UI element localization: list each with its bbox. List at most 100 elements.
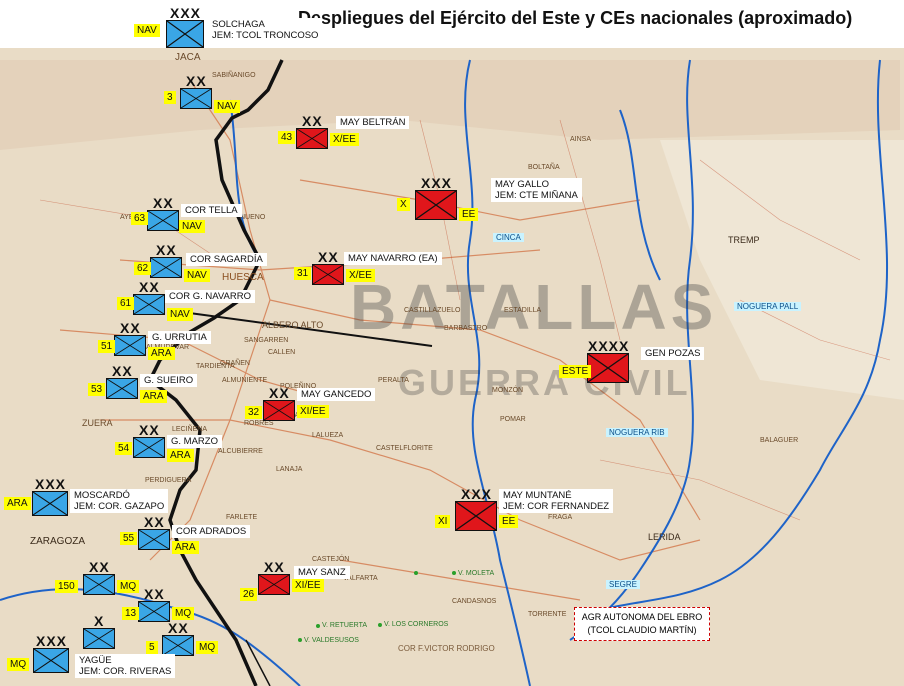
unit-number-tag: 54 — [115, 442, 133, 455]
unit-symbol-icon — [263, 400, 295, 421]
unit-corps-tag: NAV — [214, 100, 240, 113]
unit-commander-label: GEN POZAS — [641, 347, 705, 360]
river-noguera-pall: NOGUERA PALL — [734, 302, 802, 311]
unit-corps-tag: X/EE — [330, 133, 359, 146]
unit-commander-label: MAY SANZ — [294, 566, 350, 579]
place-perdiguera: PERDIGUERA — [145, 477, 192, 484]
unit-symbol-icon — [455, 501, 497, 531]
unit-number-tag: 55 — [120, 532, 138, 545]
place-lecinena: LECIÑENA — [172, 426, 208, 433]
place-tremp: TREMP — [728, 235, 760, 245]
echelon-mark: XX — [153, 195, 174, 211]
place-v-retuerta: V. RETUERTA — [322, 622, 367, 629]
unit-corps-tag: NAV — [179, 220, 205, 233]
commander-name: YAGÜE — [79, 655, 112, 666]
unit-number-tag: 61 — [117, 297, 135, 310]
unit-corps-tag: ARA — [140, 390, 167, 403]
unit-symbol-icon — [133, 437, 165, 458]
commander-name: MAY SANZ — [298, 567, 346, 578]
unit-number-tag: X — [397, 198, 410, 211]
unit-commander-label: MAY GALLO JEM: CTE MIÑANA — [491, 178, 582, 202]
place-tardienta: TARDIENTA — [196, 363, 235, 370]
unit-commander-label: COR SAGARDÍA — [186, 253, 267, 266]
place-zuera: ZUERA — [82, 418, 113, 428]
chief-of-staff: JEM: COR. GAZAPO — [74, 501, 165, 512]
echelon-mark: XX — [302, 113, 323, 129]
unit-symbol-icon — [258, 574, 290, 595]
commander-name: MAY GALLO — [495, 179, 550, 190]
commander-name: G. URRUTIA — [152, 332, 207, 343]
unit-symbol-icon — [32, 491, 68, 516]
watermark-sub: GUERRA CIVIL — [398, 362, 691, 403]
unit-corps-tag: X/EE — [346, 269, 375, 282]
unit-number-tag: 3 — [164, 91, 176, 104]
unit-commander-label: SOLCHAGA JEM: TCOL TRONCOSO — [208, 18, 323, 42]
unit-symbol-icon — [312, 264, 344, 285]
unit-number-tag: 62 — [134, 262, 152, 275]
unit-commander-label: YAGÜE JEM: COR. RIVERAS — [75, 654, 176, 678]
place-alcubierre: ALCUBIERRE — [218, 448, 263, 455]
unit-number-tag: 32 — [245, 406, 263, 419]
commander-name: COR G. NAVARRO — [169, 291, 251, 302]
unit-symbol-icon — [147, 210, 179, 231]
unit-number-tag: NAV — [134, 24, 160, 37]
unit-corps-tag: ARA — [148, 347, 175, 360]
echelon-mark: XXX — [170, 5, 202, 21]
commander-name: MAY NAVARRO (EA) — [348, 253, 438, 264]
unit-number-tag: 5 — [146, 641, 158, 654]
river-cinca: CINCA — [493, 233, 524, 242]
echelon-mark: XXX — [421, 175, 453, 191]
echelon-mark: XX — [89, 559, 110, 575]
unit-corps-tag: ARA — [167, 449, 194, 462]
echelon-mark: XX — [269, 385, 290, 401]
unit-corps-tag: EE — [499, 515, 519, 528]
unit-number-tag: 43 — [278, 131, 296, 144]
place-barbastro: BARBASTRO — [444, 325, 488, 332]
chief-of-staff: JEM: COR. RIVERAS — [79, 666, 172, 677]
echelon-mark: XX — [144, 514, 165, 530]
place-zaragoza: ZARAGOZA — [30, 536, 86, 547]
unit-commander-label: COR G. NAVARRO — [165, 290, 255, 303]
place-farlete: FARLETE — [226, 514, 258, 521]
unit-symbol-icon — [138, 529, 170, 550]
place-nueno: NUENO — [240, 214, 266, 221]
unit-number-tag: ESTE — [559, 365, 592, 378]
unit-number-tag: MQ — [7, 658, 30, 671]
echelon-mark: XX — [139, 279, 160, 295]
commander-name: GEN POZAS — [645, 348, 701, 359]
unit-commander-label: G. URRUTIA — [148, 331, 211, 344]
echelon-mark: XX — [156, 242, 177, 258]
place-pomar: POMAR — [500, 416, 526, 423]
echelon-mark: XXXX — [588, 338, 630, 354]
unit-commander-label: MOSCARDÓ JEM: COR. GAZAPO — [70, 489, 169, 513]
echelon-mark: XXX — [36, 633, 68, 649]
echelon-mark: XX — [112, 363, 133, 379]
unit-commander-label: G. SUEIRO — [140, 374, 198, 387]
unit-corps-tag: XI/EE — [292, 579, 324, 592]
place-callen: CALLEN — [268, 349, 296, 356]
agr-ebro-box: AGR AUTONOMA DEL EBRO (TCOL CLAUDIO MART… — [574, 607, 710, 641]
river-noguera-rib: NOGUERA RIB — [606, 428, 668, 437]
unit-symbol-icon — [138, 601, 170, 622]
unit-number-tag: XI — [435, 515, 451, 528]
place-candasnos: CANDASNOS — [452, 598, 497, 605]
place-castejon: CASTEJÓN — [312, 556, 350, 563]
place-castelflorite: CASTELFLORITE — [376, 445, 433, 452]
place-fraga: FRAGA — [548, 514, 573, 521]
place-boltana: BOLTAÑA — [528, 164, 560, 171]
agr-line1: AGR AUTONOMA DEL EBRO — [581, 612, 703, 622]
chief-of-staff: JEM: CTE MIÑANA — [495, 190, 578, 201]
place-lalueza: LALUEZA — [312, 432, 344, 439]
place-castillazuelo: CASTILLAZUELO — [404, 307, 461, 314]
unit-commander-label: G. MARZO — [167, 435, 222, 448]
echelon-mark: XX — [168, 620, 189, 636]
agr-line2: (TCOL CLAUDIO MARTÍN) — [587, 625, 697, 635]
unit-corps-tag: MQ — [117, 580, 140, 593]
place-sabinanigo: SABIÑANIGO — [212, 72, 256, 79]
place-torrente: TORRENTE — [528, 611, 567, 618]
unit-corps-tag: NAV — [167, 308, 193, 321]
unit-number-tag: 31 — [294, 267, 312, 280]
unit-symbol-icon — [180, 88, 212, 109]
unit-symbol-icon — [296, 128, 328, 149]
unit-corps-tag: ARA — [172, 541, 199, 554]
